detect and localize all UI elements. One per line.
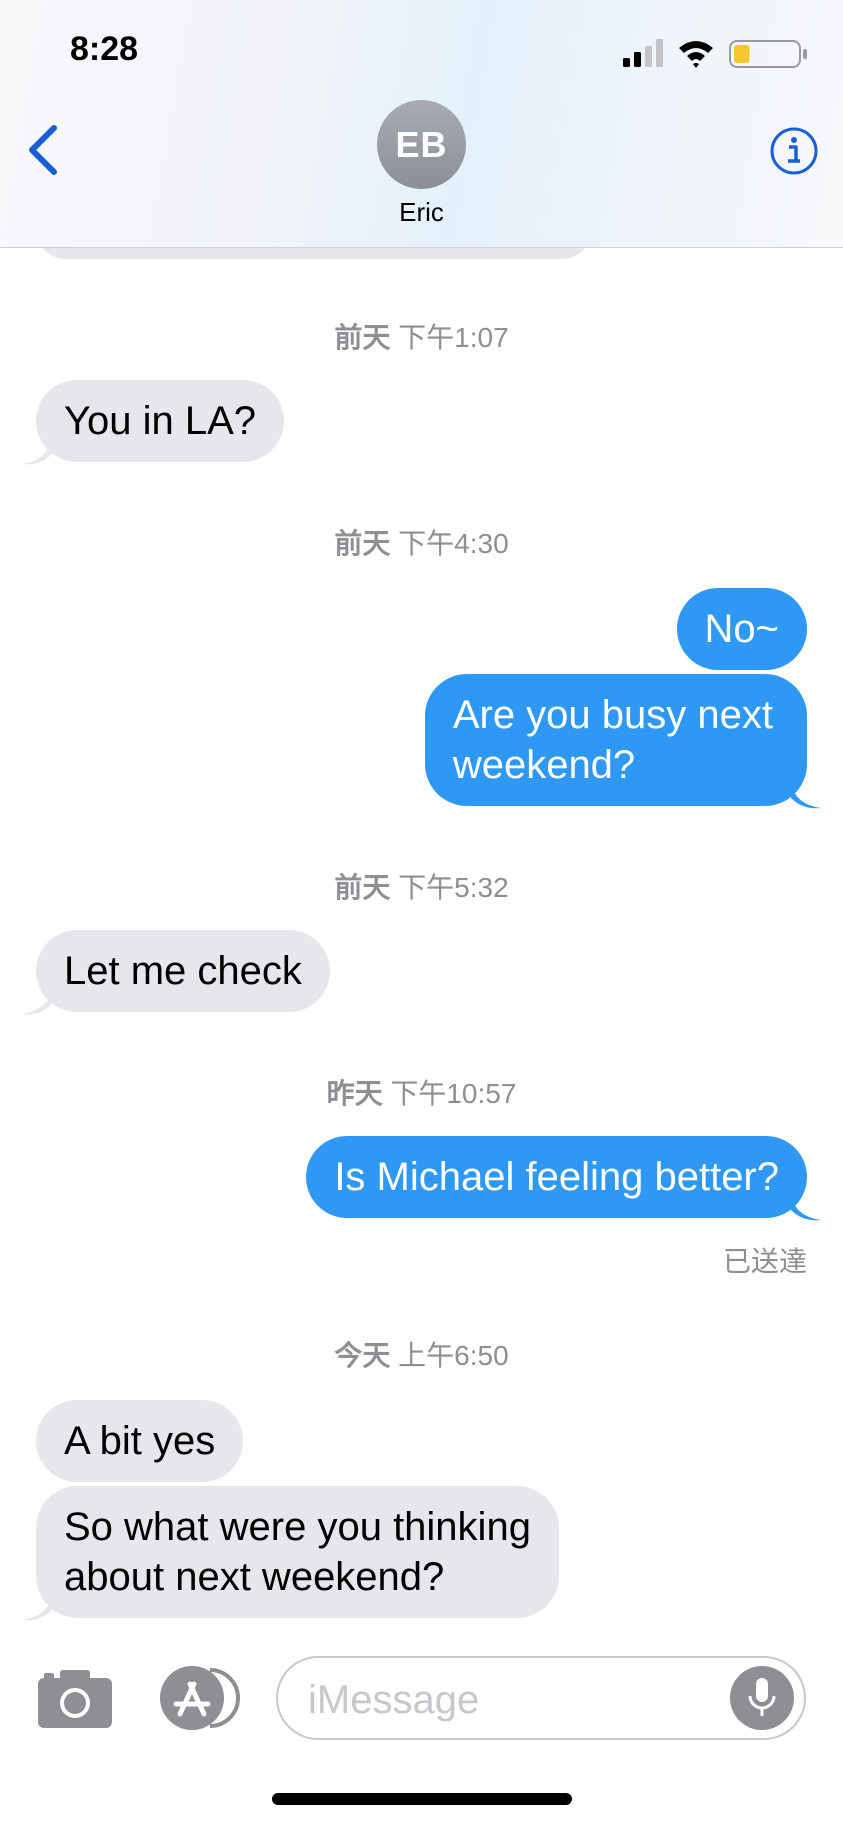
message-text-line: weekend? <box>452 743 636 787</box>
avatar[interactable]: EB <box>377 100 466 189</box>
bubble-tail <box>791 1192 821 1221</box>
bubble-tail <box>22 436 52 465</box>
sent-message-bubble[interactable]: No~ <box>676 588 807 670</box>
received-message-bubble[interactable]: A bit yes <box>36 1400 244 1482</box>
timestamp: 昨天 下午10:57 <box>326 1078 517 1109</box>
status-time: 8:28 <box>70 30 139 68</box>
bubble-tail <box>22 986 52 1015</box>
bubble-tail <box>22 1592 52 1621</box>
timestamp: 前天 下午5:32 <box>334 872 509 903</box>
battery-icon <box>729 40 807 68</box>
message-text: No~ <box>704 607 780 651</box>
timestamp: 前天 下午4:30 <box>334 528 509 559</box>
camera-icon[interactable] <box>38 1670 112 1728</box>
conversation-header: 8:28 EB Eric <box>0 0 843 248</box>
message-text: Let me check <box>64 949 302 993</box>
message-text-line: about next weekend? <box>64 1555 445 1599</box>
back-chevron-icon[interactable] <box>22 122 62 178</box>
message-text: A bit yes <box>64 1419 216 1463</box>
info-icon[interactable] <box>769 126 819 176</box>
message-text-line: Are you busy next <box>452 693 773 737</box>
timestamp: 前天 下午1:07 <box>334 322 509 353</box>
message-text: You in LA? <box>64 399 257 443</box>
wifi-icon <box>679 41 713 68</box>
bubble-tail <box>791 780 821 809</box>
app-store-icon[interactable] <box>158 1666 240 1730</box>
home-indicator <box>272 1793 572 1805</box>
microphone-icon[interactable] <box>730 1666 794 1730</box>
received-message-bubble[interactable]: Let me check <box>36 930 330 1012</box>
sent-message-bubble[interactable]: Are you busy next weekend? <box>424 674 807 806</box>
contact-name[interactable]: Eric <box>0 197 843 228</box>
status-icons <box>623 39 807 68</box>
message-text-line: So what were you thinking <box>64 1505 531 1549</box>
sent-message-bubble[interactable]: Is Michael feeling better? <box>306 1136 807 1218</box>
timestamp: 今天 上午6:50 <box>334 1340 509 1371</box>
received-message-bubble[interactable]: You in LA? <box>36 380 285 462</box>
received-message-bubble[interactable]: So what were you thinking about next wee… <box>36 1486 559 1618</box>
signal-icon <box>623 39 663 67</box>
input-placeholder: iMessage <box>308 1678 480 1722</box>
message-text: Is Michael feeling better? <box>334 1155 779 1199</box>
delivered-status: 已送達 <box>722 1246 807 1277</box>
message-input[interactable]: iMessage <box>276 1656 806 1740</box>
